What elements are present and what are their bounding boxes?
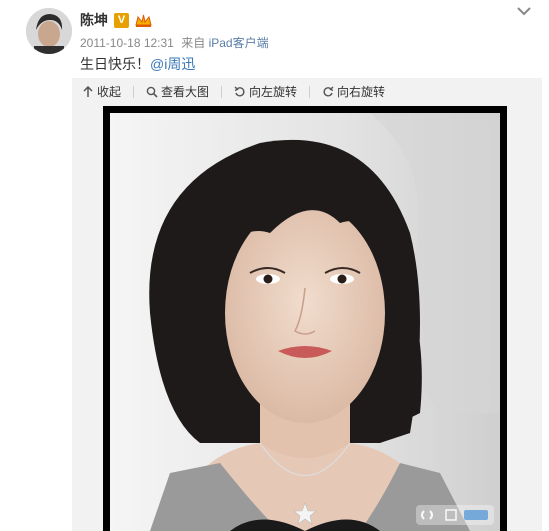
post-source[interactable]: iPad客户端 bbox=[209, 36, 269, 50]
post-meta: 2011-10-18 12:31 来自 iPad客户端 bbox=[80, 34, 269, 51]
post-time[interactable]: 2011-10-18 12:31 bbox=[80, 36, 174, 50]
crown-icon bbox=[135, 14, 152, 27]
rotate-right-button[interactable]: 向右旋转 bbox=[322, 83, 385, 100]
media-toolbar: 收起 查看大图 向左旋转 向右旋转 bbox=[82, 83, 385, 100]
mention-link[interactable]: @i周迅 bbox=[150, 56, 195, 72]
divider bbox=[221, 85, 223, 98]
divider bbox=[309, 85, 311, 98]
collapse-button[interactable]: 收起 bbox=[82, 83, 121, 100]
avatar[interactable] bbox=[26, 8, 72, 54]
user-name[interactable]: 陈坤 bbox=[80, 10, 108, 30]
chevron-down-icon[interactable] bbox=[517, 6, 531, 16]
rotate-right-label: 向右旋转 bbox=[337, 85, 386, 99]
post-photo[interactable] bbox=[110, 113, 500, 531]
view-large-button[interactable]: 查看大图 bbox=[146, 83, 209, 100]
post-body: 生日快乐！ bbox=[80, 56, 150, 72]
collapse-label: 收起 bbox=[97, 85, 122, 99]
rotate-left-icon bbox=[234, 85, 245, 97]
source-prefix: 来自 bbox=[181, 36, 206, 50]
divider bbox=[133, 85, 135, 98]
verified-badge: V bbox=[114, 12, 129, 28]
post-text: 生日快乐！@i周迅 bbox=[80, 54, 195, 74]
rotate-left-label: 向左旋转 bbox=[249, 85, 298, 99]
magnifier-icon bbox=[146, 86, 158, 98]
watermark-logo bbox=[416, 505, 494, 525]
view-large-label: 查看大图 bbox=[161, 85, 210, 99]
arrow-up-icon bbox=[83, 85, 93, 97]
rotate-left-button[interactable]: 向左旋转 bbox=[234, 83, 297, 100]
rotate-right-icon bbox=[323, 85, 334, 97]
